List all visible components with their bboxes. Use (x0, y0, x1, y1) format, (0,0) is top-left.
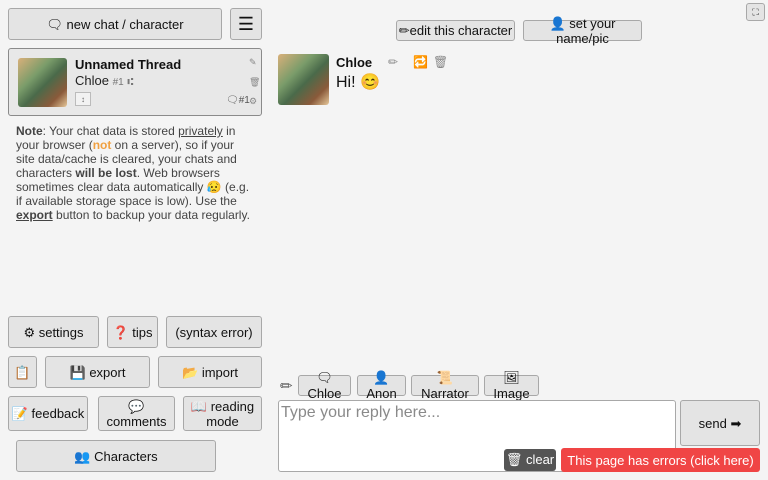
menu-button[interactable]: ☰ (230, 8, 262, 40)
export-link[interactable]: export (16, 208, 53, 222)
privately-link[interactable]: privately (178, 124, 223, 138)
message-author: Chloe (336, 55, 373, 70)
thread-id-tag: #1 (112, 77, 124, 88)
clipboard-button[interactable]: 📋 (8, 356, 37, 388)
pencil-icon[interactable]: ✏ (280, 377, 293, 395)
delete-message-icon[interactable]: 🗑 (433, 55, 448, 69)
new-chat-button[interactable]: 🗨 new chat / character (8, 8, 222, 40)
edit-message-icon[interactable]: ✏ (388, 55, 398, 69)
thread-character: Chloe #1 ⑆ (75, 73, 133, 88)
set-name-button[interactable]: 👤 set your name/pic (523, 16, 642, 46)
settings-button[interactable]: ⚙ settings (8, 316, 99, 348)
thread-settings-icon[interactable]: ⚙ (249, 96, 257, 107)
thread-card[interactable]: Unnamed Thread Chloe #1 ⑆ ↕ ✎ 🗑 ⚙ 🗨#1 (8, 48, 262, 116)
note-will-be-lost: will be lost (75, 166, 137, 180)
thread-sort-icon[interactable]: ↕ (75, 92, 91, 106)
reply-as-anon-button[interactable]: 👤 Anon (357, 370, 406, 401)
reply-as-narrator-button[interactable]: 📜 Narrator (411, 370, 479, 401)
thread-character-name: Chloe (75, 73, 109, 88)
feedback-button[interactable]: 📝 feedback (8, 396, 88, 431)
send-button[interactable]: send ➡ (680, 400, 760, 446)
thread-title: Unnamed Thread (75, 57, 182, 72)
export-button[interactable]: 💾 export (45, 356, 150, 388)
note-not: not (92, 138, 112, 152)
import-button[interactable]: 📂 import (158, 356, 262, 388)
reply-as-chloe-button[interactable]: 🗨 Chloe (298, 370, 351, 401)
message-text: Hi! 😊 (336, 74, 380, 91)
delete-thread-icon[interactable]: 🗑 (249, 77, 260, 88)
rename-thread-icon[interactable]: ✎ (249, 57, 257, 68)
tips-button[interactable]: ❓ tips (107, 316, 158, 348)
reading-mode-button[interactable]: 📖 reading mode (183, 396, 262, 431)
note-label: Note (16, 124, 43, 138)
comments-button[interactable]: 💬 comments (98, 396, 175, 431)
message-avatar[interactable] (278, 54, 329, 105)
note-text: button to backup your data regularly. (52, 208, 250, 222)
reply-image-button[interactable]: 🖼 Image (484, 370, 539, 401)
thread-message-count: 🗨#1 (226, 95, 250, 106)
regenerate-message-icon[interactable]: 🔁 (413, 55, 428, 69)
edit-character-button[interactable]: ✏edit this character (396, 20, 515, 41)
storage-note: Note: Your chat data is stored privately… (16, 124, 256, 222)
page-errors-banner[interactable]: This page has errors (click here) (561, 448, 760, 472)
characters-button[interactable]: 👥 Characters (16, 440, 216, 472)
fullscreen-icon[interactable]: ⛶ (746, 3, 765, 21)
clear-button[interactable]: 🗑 clear (504, 449, 556, 471)
note-text: : Your chat data is stored (42, 124, 179, 138)
syntax-error-button[interactable]: (syntax error) (166, 316, 262, 348)
thread-avatar (18, 58, 67, 107)
branch-icon: ⑆ (127, 77, 134, 88)
